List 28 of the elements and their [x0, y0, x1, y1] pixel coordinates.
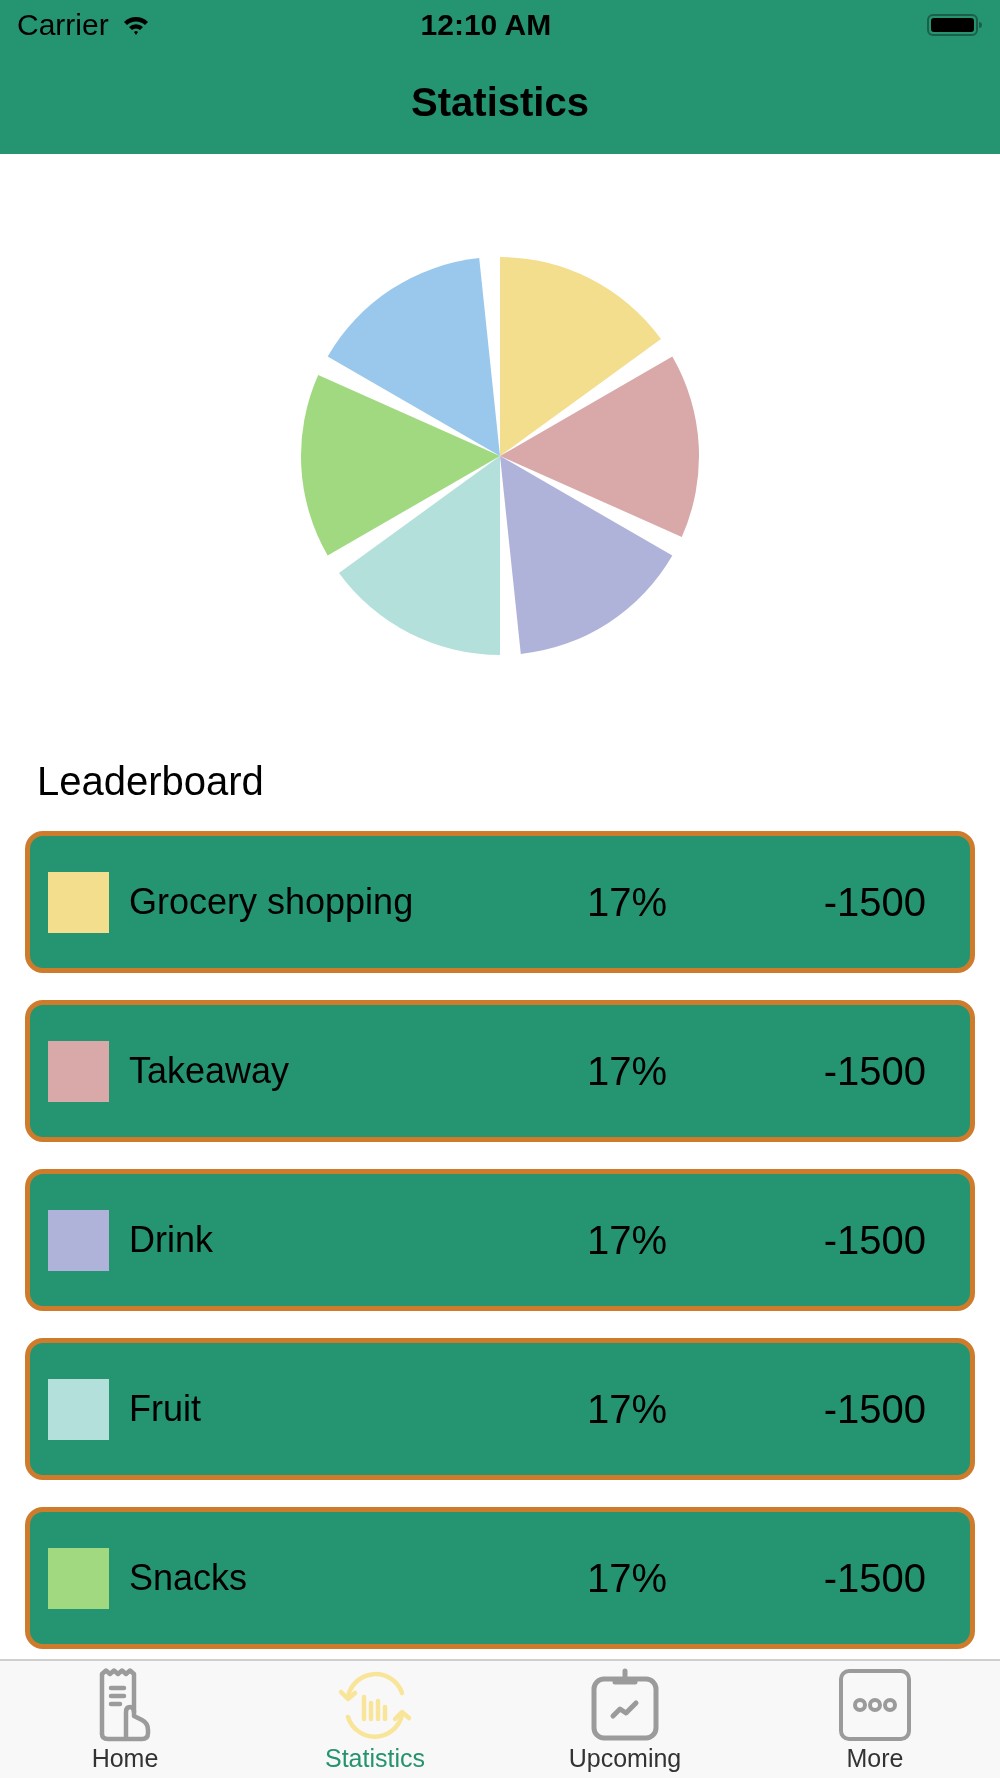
category-name: Snacks [129, 1557, 248, 1598]
carrier-name: Carrier [17, 8, 109, 42]
status-time: 12:10 AM [420, 8, 552, 42]
amount: -1500 [823, 1555, 926, 1601]
wifi-icon [122, 15, 149, 35]
screen-title: Statistics [411, 79, 589, 125]
percentage: 17% [587, 1049, 668, 1093]
tab[interactable]: Upcoming [500, 1661, 750, 1778]
bar-chart-cycle-icon [336, 1671, 414, 1739]
category-name: Grocery shopping [129, 881, 414, 922]
clipboard-chart-icon [590, 1668, 660, 1742]
tab[interactable]: Statistics [250, 1661, 500, 1778]
category-name: Drink [129, 1219, 213, 1260]
tab[interactable]: More [750, 1661, 1000, 1778]
percentage: 17% [587, 1556, 668, 1600]
category-name: Fruit [129, 1388, 201, 1429]
section-title: Leaderboard [37, 759, 264, 803]
category-name: Takeaway [129, 1050, 290, 1091]
tab[interactable]: Home [0, 1661, 250, 1778]
amount: -1500 [823, 1386, 926, 1432]
amount: -1500 [823, 1217, 926, 1263]
percentage: 17% [587, 1218, 668, 1262]
amount: -1500 [823, 1048, 926, 1094]
percentage: 17% [587, 1387, 668, 1431]
amount: -1500 [823, 879, 926, 925]
percentage: 17% [587, 880, 668, 924]
battery-icon [927, 14, 983, 36]
more-icon [838, 1668, 912, 1742]
